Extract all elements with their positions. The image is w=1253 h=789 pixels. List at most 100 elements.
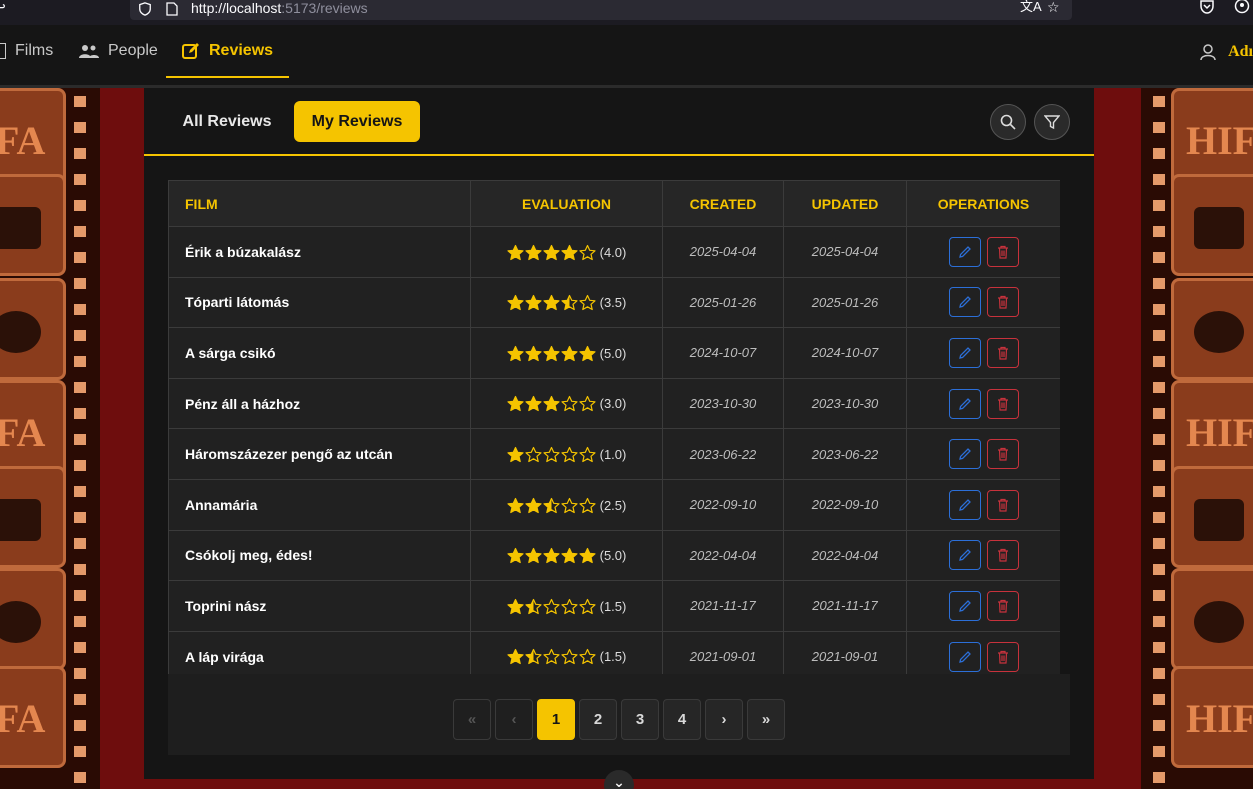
delete-review-button[interactable] [986, 439, 1019, 470]
column-header-updated[interactable]: UPDATED [783, 180, 907, 227]
star-empty-icon [579, 446, 596, 463]
star-empty-icon [579, 295, 596, 311]
pencil-icon [958, 448, 971, 461]
star-filled-icon [525, 244, 542, 260]
address-bar[interactable]: http://localhost:5173/reviews 文A ☆ [130, 0, 1072, 20]
edit-review-button[interactable] [948, 590, 981, 621]
trash-icon [997, 650, 1008, 664]
tab-my-reviews[interactable]: My Reviews [294, 101, 420, 142]
star-rating [507, 547, 596, 564]
star-bookmark-icon[interactable]: ☆ [1047, 0, 1060, 14]
star-empty-icon [561, 497, 578, 513]
edit-review-button[interactable] [948, 641, 981, 672]
delete-review-button[interactable] [986, 540, 1019, 571]
column-header-film[interactable]: FILM [168, 180, 471, 227]
nav-reviews[interactable]: Reviews [166, 25, 290, 78]
star-filled-icon [543, 396, 560, 412]
first-page-button[interactable]: « [453, 699, 491, 740]
delete-review-button[interactable] [986, 287, 1019, 318]
delete-review-button[interactable] [986, 388, 1019, 419]
edit-review-button[interactable] [948, 236, 981, 267]
translate-icon[interactable]: 文A [1020, 0, 1042, 14]
pencil-icon [958, 498, 971, 511]
account-icon[interactable] [1234, 0, 1250, 14]
star-filled-icon [507, 598, 524, 614]
user-menu[interactable]: Adı [1200, 43, 1253, 61]
evaluation-cell: (1.0) [470, 428, 663, 480]
table-row: Tóparti látomás (3.5) 2025-01-26 2025-01-26 [168, 276, 1060, 329]
star-filled-icon [507, 244, 524, 260]
edit-review-button[interactable] [948, 388, 981, 419]
film-title: Csókolj meg, édes! [168, 529, 471, 582]
film-title: Pénz áll a házhoz [168, 377, 471, 430]
last-page-button[interactable]: » [747, 699, 785, 740]
projector-tile [1171, 568, 1253, 670]
created-date: 2023-06-22 [662, 428, 784, 480]
star-filled-icon [543, 244, 560, 260]
delete-review-button[interactable] [986, 236, 1019, 267]
star-empty-icon [561, 396, 578, 412]
delete-review-button[interactable] [986, 590, 1019, 621]
star-rating [507, 395, 596, 412]
star-rating [507, 294, 596, 311]
nav-films[interactable]: Films [0, 25, 53, 77]
projector-tile [1171, 278, 1253, 380]
pencil-icon [958, 549, 971, 562]
star-filled-icon [561, 548, 578, 564]
trash-icon [997, 346, 1008, 360]
edit-review-button[interactable] [948, 337, 981, 368]
delete-review-button[interactable] [986, 641, 1019, 672]
star-empty-icon [561, 598, 578, 614]
pocket-icon[interactable] [1199, 0, 1215, 14]
operations-cell [906, 478, 1060, 531]
page-button-3[interactable]: 3 [621, 699, 659, 740]
trash-icon [997, 448, 1008, 461]
edit-review-button[interactable] [948, 287, 981, 318]
edit-review-button[interactable] [948, 540, 981, 571]
evaluation-cell: (3.5) [470, 276, 663, 329]
delete-review-button[interactable] [986, 489, 1019, 520]
evaluation-cell: (3.0) [470, 377, 663, 430]
prev-page-button[interactable]: ‹ [495, 699, 533, 740]
film-title: Annamária [168, 478, 471, 531]
search-button[interactable] [990, 104, 1026, 140]
star-empty-icon [579, 598, 596, 614]
edit-icon [182, 42, 199, 59]
sprocket-holes [1153, 88, 1165, 789]
evaluation-cell: (4.0) [470, 226, 663, 278]
column-header-created[interactable]: CREATED [662, 180, 784, 227]
next-page-button[interactable]: › [705, 699, 743, 740]
nav-people[interactable]: People [79, 25, 158, 77]
filter-button[interactable] [1034, 104, 1070, 140]
tile-word: HIF [1186, 410, 1253, 455]
rating-score: (3.0) [599, 396, 627, 412]
column-header-evaluation[interactable]: EVALUATION [470, 180, 663, 227]
star-filled-icon [561, 244, 578, 260]
star-empty-icon [579, 497, 596, 513]
page-button-4[interactable]: 4 [663, 699, 701, 740]
star-rating [507, 648, 596, 665]
delete-review-button[interactable] [986, 337, 1019, 368]
top-navigation: Films People Reviews Adı [0, 25, 1253, 88]
operations-cell [906, 226, 1060, 278]
created-date: 2023-10-30 [662, 377, 784, 430]
film-title: A láp virága [168, 630, 471, 674]
page-button-1[interactable]: 1 [537, 699, 575, 740]
star-rating [507, 598, 596, 615]
film-title: Tóparti látomás [168, 276, 471, 329]
table-row: Érik a búzakalász (4.0) 2025-04-04 2025-04-… [168, 226, 1060, 278]
star-filled-icon [507, 345, 524, 361]
rating-score: (2.5) [599, 497, 627, 513]
operations-cell [906, 428, 1060, 480]
tile-word: FA [0, 410, 46, 455]
reviews-table-container: FILM EVALUATION CREATED UPDATED OPERATIO… [168, 180, 1060, 674]
tab-all-reviews[interactable]: All Reviews [172, 101, 282, 142]
edit-review-button[interactable] [948, 439, 981, 470]
star-empty-icon [579, 396, 596, 412]
star-empty-icon [561, 446, 578, 463]
edit-review-button[interactable] [948, 489, 981, 520]
star-filled-icon [507, 548, 524, 564]
back-arrow-icon[interactable]: ↩ [0, 0, 6, 14]
page-button-2[interactable]: 2 [579, 699, 617, 740]
star-empty-icon [579, 244, 596, 260]
